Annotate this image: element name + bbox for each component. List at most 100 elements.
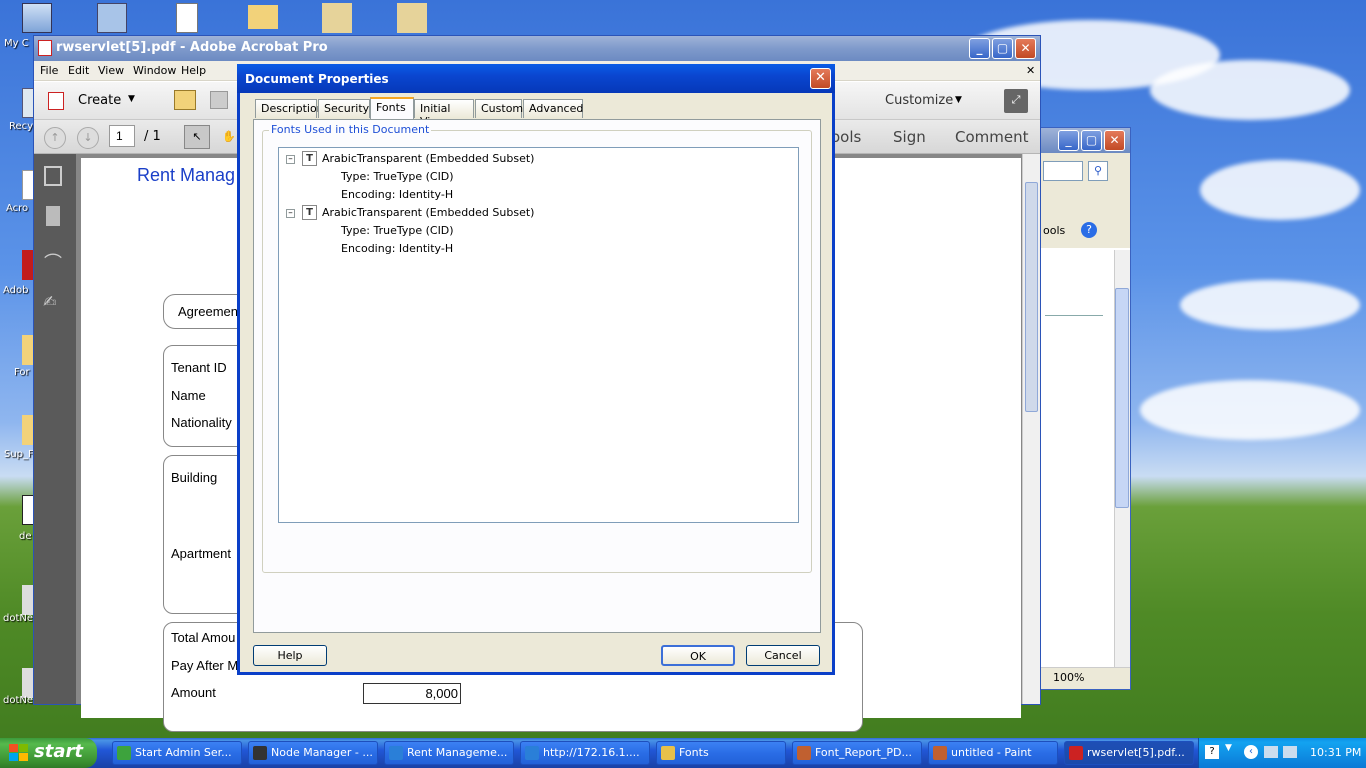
bookmarks-icon[interactable] [46,206,60,226]
ie-minimize-button[interactable]: _ [1058,130,1079,151]
maximize-button[interactable]: ▢ [992,38,1013,59]
tab-fonts[interactable]: Fonts [370,97,414,119]
search-icon[interactable]: ⚲ [1088,161,1108,181]
open-icon[interactable] [174,90,196,110]
attachments-icon[interactable]: ⌒ [44,249,62,275]
paint-icon[interactable] [322,3,352,33]
taskbar-item-label: Node Manager - ... [271,746,373,759]
fonts-group: Fonts Used in this Document – T ArabicTr… [262,123,812,573]
menu-file[interactable]: File [40,64,58,77]
ie-close-button[interactable]: ✕ [1104,130,1125,151]
taskbar-item-label: Font_Report_PD... [815,746,913,759]
close-button[interactable]: ✕ [1015,38,1036,59]
help-icon[interactable]: ? [1081,222,1097,238]
document-scrollbar[interactable] [1022,154,1040,704]
taskbar-item-label: Start Admin Ser... [135,746,232,759]
total-amount-label: Total Amou [171,630,236,645]
ok-button[interactable]: OK [661,645,735,666]
dialog-close-button[interactable]: ✕ [810,68,831,89]
taskbar-item[interactable]: Fonts [656,741,786,765]
collapse-icon[interactable]: – [286,209,295,218]
taskbar-item-label: untitled - Paint [951,746,1032,759]
font-type: Type: TrueType (CID) [341,224,454,237]
amount-field: 8,000 [363,683,461,704]
ie-maximize-button[interactable]: ▢ [1081,130,1102,151]
tools-pane-button[interactable]: ools [831,128,861,146]
tab-initial-view[interactable]: Initial View [414,99,474,128]
font-encoding: Encoding: Identity-H [341,188,454,201]
previous-page-icon[interactable]: ↑ [44,127,66,149]
fonts-tree[interactable]: – T ArabicTransparent (Embedded Subset) … [278,147,799,523]
network-tray-icon[interactable] [1264,746,1278,758]
paint-icon[interactable] [397,3,427,33]
taskbar-item[interactable]: Font_Report_PD... [792,741,922,765]
ie-icon [389,746,403,760]
taskbar-item[interactable]: Start Admin Ser... [112,741,242,765]
taskbar-item-label: rwservlet[5].pdf... [1087,746,1185,759]
comment-pane-button[interactable]: Comment [955,128,1029,146]
tab-description[interactable]: Description [255,99,324,118]
folder-icon[interactable] [248,5,278,29]
show-hidden-icons[interactable]: ‹ [1244,745,1258,759]
agreement-label: Agreemen [178,304,238,319]
page-number-input[interactable] [109,125,135,147]
app-icon [253,746,267,760]
fullscreen-icon[interactable]: ⤢ [1004,89,1028,113]
close-doc-icon[interactable]: ✕ [1026,64,1035,77]
hand-tool-icon[interactable]: ✋ [220,126,238,148]
menu-window[interactable]: Window [133,64,176,77]
my-computer-icon[interactable] [22,3,52,33]
taskbar-item[interactable]: http://172.16.1.... [520,741,650,765]
ie-zoom-level[interactable]: 100% [1053,671,1084,684]
taskbar-item[interactable]: untitled - Paint [928,741,1058,765]
tab-security[interactable]: Security [318,99,370,118]
volume-tray-icon[interactable] [1283,746,1297,758]
ie-tools-menu[interactable]: ools [1043,224,1065,237]
ie-scrollbar-thumb[interactable] [1115,288,1129,508]
clock[interactable]: 10:31 PM [1310,746,1361,759]
next-page-icon[interactable]: ↓ [77,127,99,149]
font-name[interactable]: ArabicTransparent (Embedded Subset) [322,206,534,219]
signatures-icon[interactable]: ✍ [43,292,56,311]
start-button[interactable]: start [0,738,97,768]
tab-custom[interactable]: Custom [475,99,523,118]
customize-menu[interactable]: Customize [885,93,953,108]
select-tool-icon[interactable]: ↖ [184,125,210,149]
chevron-down-icon[interactable]: ▼ [1225,743,1232,753]
tab-advanced[interactable]: Advanced [523,99,583,118]
save-icon[interactable] [210,91,228,109]
collapse-icon[interactable]: – [286,155,295,164]
windows-logo-icon [9,744,29,762]
taskbar-item-label: http://172.16.1.... [543,746,640,759]
minimize-button[interactable]: _ [969,38,990,59]
menu-edit[interactable]: Edit [68,64,89,77]
taskbar-item[interactable]: Node Manager - ... [248,741,378,765]
taskbar-item[interactable]: rwservlet[5].pdf... [1064,741,1194,765]
pages-icon[interactable] [44,166,62,186]
truetype-font-icon: T [302,205,317,220]
desktop-label: Sup_F [4,449,34,460]
scroll-thumb[interactable] [1025,182,1038,412]
create-button[interactable]: Create [78,93,121,108]
dialog-titlebar[interactable]: Document Properties ✕ [237,64,835,93]
acrobat-titlebar[interactable]: rwservlet[5].pdf - Adobe Acrobat Pro _ ▢… [34,36,1040,61]
ie-address-input[interactable] [1043,161,1083,181]
menu-help[interactable]: Help [181,64,206,77]
truetype-font-icon: T [302,151,317,166]
taskbar-item[interactable]: Rent Manageme... [384,741,514,765]
divider [1045,315,1103,316]
network-icon[interactable] [97,3,127,33]
help-button[interactable]: Help [253,645,327,666]
tenant-id-label: Tenant ID [171,360,227,375]
navigation-pane: ⌒ ✍ [34,154,76,704]
cancel-button[interactable]: Cancel [746,645,820,666]
font-name[interactable]: ArabicTransparent (Embedded Subset) [322,152,534,165]
ie-icon [525,746,539,760]
pdf-icon [38,40,52,56]
help-icon[interactable]: ? [1205,745,1219,759]
ie-window[interactable]: _ ▢ ✕ ⚲ ools ? 100% [1040,127,1131,690]
notepad-icon[interactable] [176,3,198,33]
menu-view[interactable]: View [98,64,124,77]
document-properties-dialog[interactable]: Document Properties ✕ Description Securi… [237,64,835,675]
sign-pane-button[interactable]: Sign [893,128,926,146]
